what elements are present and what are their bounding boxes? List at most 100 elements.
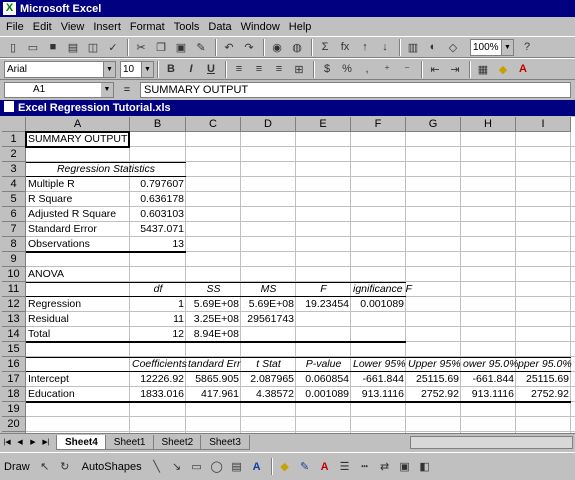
cell-d18[interactable]: 4.38572 [241,387,296,402]
row-header-14[interactable]: 14 [2,327,26,342]
prev-sheet-icon[interactable]: ◀ [14,436,26,449]
comma-button[interactable]: , [358,60,376,78]
row-header-16[interactable]: 16 [2,357,26,372]
cell-i16[interactable]: pper 95.0% [516,357,572,372]
italic-button[interactable]: I [182,60,200,78]
cell-g16[interactable]: Upper 95% [406,357,461,372]
last-sheet-icon[interactable]: ▶| [40,436,52,449]
cell-a6[interactable]: Adjusted R Square [26,207,130,222]
menu-help[interactable]: Help [289,21,312,33]
format-painter-icon[interactable]: ✎ [192,38,210,56]
cell-c17[interactable]: 5865.905 [186,372,241,387]
line-color-icon[interactable]: ✎ [296,458,314,476]
tab-sheet4[interactable]: Sheet4 [56,434,107,450]
cell-b6[interactable]: 0.603103 [130,207,186,222]
row-header-19[interactable]: 19 [2,402,26,417]
shadow-icon[interactable]: ▣ [396,458,414,476]
cell-g17[interactable]: 25115.69 [406,372,461,387]
chevron-down-icon[interactable]: ▼ [141,61,153,77]
cell-a4[interactable]: Multiple R [26,177,130,192]
cell-f17[interactable]: -661.844 [351,372,406,387]
save-icon[interactable]: ■ [44,38,62,56]
zoom-select[interactable]: 100% ▼ [470,38,514,56]
cell-a17[interactable]: Intercept [26,372,130,387]
column-header-d[interactable]: D [241,117,296,132]
select-objects-icon[interactable]: ↖ [36,458,54,476]
decrease-indent-icon[interactable]: ⇤ [426,60,444,78]
font-color-icon[interactable]: A [514,60,532,78]
text-box-icon[interactable]: ▤ [228,458,246,476]
row-header-5[interactable]: 5 [2,192,26,207]
next-sheet-icon[interactable]: ▶ [27,436,39,449]
row-header-20[interactable]: 20 [2,417,26,432]
fill-color-icon[interactable]: ◆ [276,458,294,476]
cell-a10[interactable]: ANOVA [26,267,130,282]
cell-c18[interactable]: 417.961 [186,387,241,402]
cell-c14[interactable]: 8.94E+08 [186,327,241,342]
line-icon[interactable]: ╲ [148,458,166,476]
bold-button[interactable]: B [162,60,180,78]
cell-a5[interactable]: R Square [26,192,130,207]
font-color-icon[interactable]: A [316,458,334,476]
cell-i17[interactable]: 25115.69 [516,372,571,387]
sort-ascending-icon[interactable]: ↑ [356,38,374,56]
free-rotate-icon[interactable]: ↻ [56,458,74,476]
copy-icon[interactable]: ❐ [152,38,170,56]
row-header-12[interactable]: 12 [2,297,26,312]
menu-window[interactable]: Window [241,21,280,33]
cell-c16[interactable]: tandard Err [186,357,241,372]
chart-wizard-icon[interactable]: ▥ [404,38,422,56]
row-header-15[interactable]: 15 [2,342,26,357]
cell-d12[interactable]: 5.69E+08 [241,297,296,312]
column-header-b[interactable]: B [130,117,186,132]
hyperlink-icon[interactable]: ◉ [268,38,286,56]
cell-f16[interactable]: Lower 95% [351,357,406,372]
cell-d13[interactable]: 29561743 [241,312,296,327]
cell-b14[interactable]: 12 [130,327,186,342]
row-header-13[interactable]: 13 [2,312,26,327]
edit-formula-button[interactable]: = [114,84,140,96]
row-header-2[interactable]: 2 [2,147,26,162]
align-left-icon[interactable]: ≡ [230,60,248,78]
row-header-17[interactable]: 17 [2,372,26,387]
column-header-f[interactable]: F [351,117,406,132]
3d-icon[interactable]: ◧ [416,458,434,476]
wordart-icon[interactable]: A [248,458,266,476]
cell-h17[interactable]: -661.844 [461,372,516,387]
cell-d16[interactable]: t Stat [241,357,296,372]
column-header-i[interactable]: I [516,117,571,132]
row-header-1[interactable]: 1 [2,132,26,147]
cell-b13[interactable]: 11 [130,312,186,327]
name-box[interactable]: A1 ▼ [4,82,114,98]
chevron-down-icon[interactable]: ▼ [101,83,113,97]
dash-style-icon[interactable]: ┅ [356,458,374,476]
cell-a8[interactable]: Observations [26,237,130,252]
increase-decimal-icon[interactable]: ⁺ [378,60,396,78]
cell-e17[interactable]: 0.060854 [296,372,351,387]
chevron-down-icon[interactable]: ▼ [501,39,513,55]
font-name-select[interactable]: Arial ▼ [4,60,116,78]
cell-c12[interactable]: 5.69E+08 [186,297,241,312]
cell-f11[interactable]: ignificance F [351,282,412,297]
cell-a14[interactable]: Total [26,327,130,342]
draw-menu[interactable]: Draw [4,461,30,473]
help-icon[interactable]: ? [518,38,536,56]
autoshapes-menu[interactable]: AutoShapes [82,461,142,473]
cell-e18[interactable]: 0.001089 [296,387,351,402]
cell-f12[interactable]: 0.001089 [351,297,406,312]
row-header-7[interactable]: 7 [2,222,26,237]
cell-b4[interactable]: 0.797607 [130,177,186,192]
underline-button[interactable]: U [202,60,220,78]
sort-descending-icon[interactable]: ↓ [376,38,394,56]
cell-e12[interactable]: 19.23454 [296,297,351,312]
paste-icon[interactable]: ▣ [172,38,190,56]
merge-center-icon[interactable]: ⊞ [290,60,308,78]
row-header-6[interactable]: 6 [2,207,26,222]
row-header-9[interactable]: 9 [2,252,26,267]
oval-icon[interactable]: ◯ [208,458,226,476]
align-center-icon[interactable]: ≡ [250,60,268,78]
fill-color-icon[interactable]: ◆ [494,60,512,78]
cell-d17[interactable]: 2.087965 [241,372,296,387]
map-icon[interactable]: ◐ [424,38,442,56]
borders-icon[interactable]: ▦ [474,60,492,78]
